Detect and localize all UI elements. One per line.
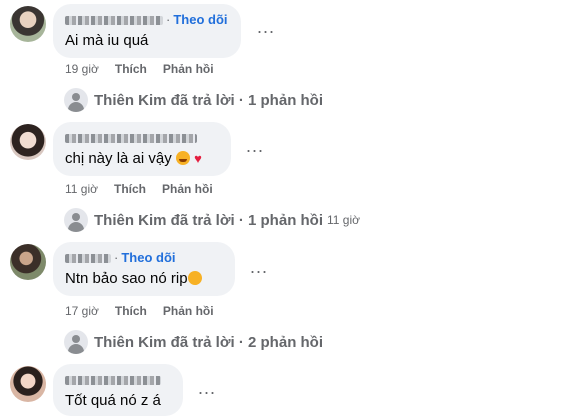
comment-bubble: chị này là ai vậy ♥ — [53, 122, 231, 176]
like-button[interactable]: Thích — [115, 62, 147, 76]
replies-summary[interactable]: Thiên Kim đã trả lời · 2 phản hồi — [94, 334, 323, 351]
more-options-icon[interactable]: ... — [198, 379, 216, 397]
blushing-emoji-icon — [175, 151, 190, 165]
comment-author[interactable] — [65, 372, 171, 388]
comment-author[interactable]: · Theo dõi — [65, 250, 223, 266]
comment-time[interactable]: 11 giờ — [65, 182, 98, 196]
avatar[interactable] — [10, 6, 46, 42]
replies-summary[interactable]: Thiên Kim đã trả lời · 1 phản hồi — [94, 92, 323, 109]
comment-bubble: Tốt quá nó z á — [53, 364, 183, 416]
comment-meta: 19 giờ Thích Phản hồi — [65, 62, 230, 76]
follow-button[interactable]: Theo dõi — [173, 12, 227, 27]
heart-emoji-icon: ♥ — [194, 151, 202, 166]
comment-text: Ntn bảo sao nó rip — [65, 269, 223, 289]
comment-author[interactable]: · Theo dõi — [65, 12, 229, 28]
view-replies[interactable]: Thiên Kim đã trả lời · 2 phản hồi — [64, 330, 323, 354]
laughing-emoji-icon — [185, 269, 204, 287]
like-button[interactable]: Thích — [114, 182, 146, 196]
like-button[interactable]: Thích — [115, 304, 147, 318]
avatar[interactable] — [10, 366, 46, 402]
view-replies[interactable]: Thiên Kim đã trả lời · 1 phản hồi 11 giờ — [64, 208, 360, 232]
comment-text: Tốt quá nó z á — [65, 392, 161, 409]
replies-time: 11 giờ — [327, 213, 361, 227]
comment-time[interactable]: 17 giờ — [65, 304, 99, 318]
avatar[interactable] — [10, 124, 46, 160]
more-options-icon[interactable]: ... — [250, 258, 268, 276]
comment-meta: 11 giờ Thích Phản hồi — [65, 182, 229, 196]
avatar[interactable] — [10, 244, 46, 280]
follow-button[interactable]: Theo dõi — [121, 250, 175, 265]
comment-text: Ai mà iu quá — [65, 32, 149, 49]
comment-text: chị này là ai vậy ♥ — [65, 150, 202, 167]
comment-bubble: · Theo dõi Ai mà iu quá — [53, 4, 241, 58]
replier-avatar — [64, 330, 88, 354]
replies-summary[interactable]: Thiên Kim đã trả lời · 1 phản hồi — [94, 212, 323, 229]
reply-button[interactable]: Phản hồi — [163, 304, 214, 318]
reply-button[interactable]: Phản hồi — [162, 182, 213, 196]
comment-meta: 17 giờ Thích Phản hồi — [65, 304, 230, 318]
view-replies[interactable]: Thiên Kim đã trả lời · 1 phản hồi — [64, 88, 323, 112]
comment-time[interactable]: 19 giờ — [65, 62, 99, 76]
comment-author[interactable] — [65, 130, 219, 146]
more-options-icon[interactable]: ... — [246, 137, 264, 155]
comment-bubble: · Theo dõi Ntn bảo sao nó rip — [53, 242, 235, 296]
reply-button[interactable]: Phản hồi — [163, 62, 214, 76]
replier-avatar — [64, 208, 88, 232]
more-options-icon[interactable]: ... — [257, 18, 275, 36]
replier-avatar — [64, 88, 88, 112]
